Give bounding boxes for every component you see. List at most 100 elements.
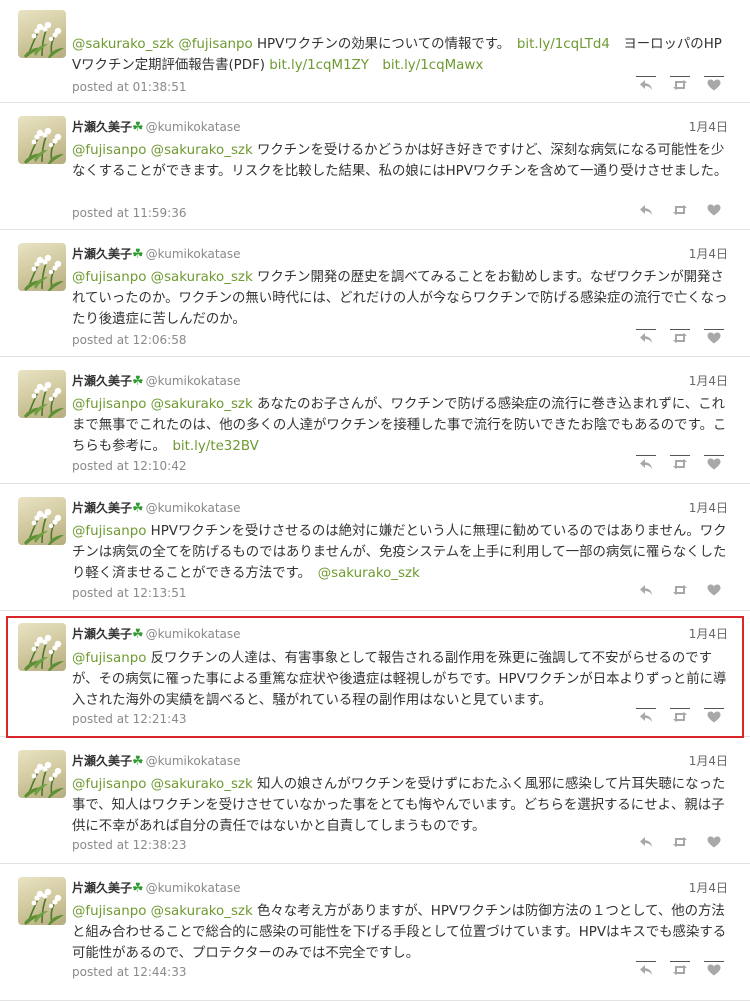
heart-icon[interactable] xyxy=(704,834,724,854)
heart-icon[interactable] xyxy=(704,329,724,350)
avatar[interactable] xyxy=(18,116,66,164)
author-handle[interactable]: @kumikokatase xyxy=(146,627,241,641)
retweet-icon[interactable] xyxy=(670,582,690,602)
mention-link[interactable]: @sakurako_szk xyxy=(151,397,253,412)
retweet-icon[interactable] xyxy=(670,455,690,476)
author-handle[interactable]: @kumikokatase xyxy=(146,501,241,515)
flower-avatar-art xyxy=(24,254,64,291)
tweet-text: @fujisanpo @sakurako_szk 色々な考え方がありますが、HP… xyxy=(72,901,730,964)
author-handle[interactable]: @kumikokatase xyxy=(146,247,241,261)
author-handle[interactable]: @kumikokatase xyxy=(146,120,241,134)
avatar[interactable] xyxy=(18,750,66,798)
avatar[interactable] xyxy=(18,243,66,291)
tweet-item: 片瀬久美子☘ @kumikokatase 1月4日 @fujisanpo HPVワクチ… xyxy=(0,484,750,611)
clover-icon: ☘ xyxy=(132,754,144,769)
mention-link[interactable]: @sakurako_szk xyxy=(151,143,253,158)
author-name[interactable]: 片瀬久美子 xyxy=(72,374,132,388)
retweet-icon[interactable] xyxy=(670,708,690,729)
flower-avatar-art xyxy=(24,508,64,545)
reply-icon[interactable] xyxy=(636,961,656,982)
text-span xyxy=(369,58,382,73)
mention-link[interactable]: @sakurako_szk xyxy=(151,270,253,285)
reply-icon[interactable] xyxy=(636,708,656,729)
flower-avatar-art xyxy=(24,127,64,164)
retweet-icon[interactable] xyxy=(670,834,690,854)
mention-link[interactable]: @sakurako_szk xyxy=(151,777,253,792)
tweet-header: 片瀬久美子☘ @kumikokatase 1月4日 xyxy=(72,499,728,517)
tweet-item: 片瀬久美子☘ @kumikokatase 1月4日 @fujisanpo @sakur… xyxy=(0,103,750,230)
avatar[interactable] xyxy=(18,370,66,418)
author-handle[interactable]: @kumikokatase xyxy=(146,374,241,388)
author-name[interactable]: 片瀬久美子 xyxy=(72,247,132,261)
tweet-item: 片瀬久美子☘ @kumikokatase 1月4日 @fujisanpo 反ワクチンの… xyxy=(0,611,750,737)
reply-icon[interactable] xyxy=(636,202,656,222)
tweet-date[interactable]: 1月4日 xyxy=(689,752,728,769)
tweet-date[interactable]: 1月4日 xyxy=(689,372,728,389)
url-link[interactable]: bit.ly/te32BV xyxy=(172,439,258,454)
tweet-item: 片瀬久美子☘ @kumikokatase 1月4日 @fujisanpo @sakur… xyxy=(0,737,750,864)
clover-icon: ☘ xyxy=(132,881,144,896)
mention-link[interactable]: @sakurako_szk xyxy=(318,566,420,581)
url-link[interactable]: bit.ly/1cqLTd4 xyxy=(517,37,610,52)
author-name[interactable]: 片瀬久美子 xyxy=(72,881,132,895)
tweet-item: 片瀬久美子☘ @kumikokatase 1月4日 @fujisanpo @sakur… xyxy=(0,230,750,357)
heart-icon[interactable] xyxy=(704,582,724,602)
retweet-icon[interactable] xyxy=(670,329,690,350)
heart-icon[interactable] xyxy=(704,961,724,982)
mention-link[interactable]: @fujisanpo xyxy=(72,143,146,158)
tweet-date[interactable]: 1月4日 xyxy=(689,879,728,896)
author-name[interactable]: 片瀬久美子 xyxy=(72,627,132,641)
retweet-icon[interactable] xyxy=(670,76,690,97)
mention-link[interactable]: @fujisanpo xyxy=(72,651,146,666)
clover-icon: ☘ xyxy=(132,247,144,262)
url-link[interactable]: bit.ly/1cqM1ZY xyxy=(269,58,369,73)
author-handle[interactable]: @kumikokatase xyxy=(146,754,241,768)
tweet-actions xyxy=(636,202,726,222)
author-name[interactable]: 片瀬久美子 xyxy=(72,120,132,134)
mention-link[interactable]: @sakurako_szk xyxy=(151,904,253,919)
heart-icon[interactable] xyxy=(704,76,724,97)
reply-icon[interactable] xyxy=(636,834,656,854)
tweet-header: 片瀬久美子☘ @kumikokatase 1月4日 xyxy=(72,372,728,390)
url-link[interactable]: bit.ly/1cqMawx xyxy=(382,58,483,73)
mention-link[interactable]: @fujisanpo xyxy=(72,777,146,792)
tweet-date[interactable]: 1月4日 xyxy=(689,625,728,642)
tweet-date[interactable]: 1月4日 xyxy=(689,245,728,262)
posted-time: posted at 12:44:33 xyxy=(72,965,187,979)
avatar[interactable] xyxy=(18,877,66,925)
tweet-header: 片瀬久美子☘ @kumikokatase 1月4日 xyxy=(72,879,728,897)
heart-icon[interactable] xyxy=(704,708,724,729)
tweet-actions xyxy=(636,329,726,349)
text-span: 反ワクチンの人達は、有害事象として報告される副作用を殊更に強調して不安がらせるの… xyxy=(72,651,727,708)
tweet-date[interactable]: 1月4日 xyxy=(689,499,728,516)
retweet-icon[interactable] xyxy=(670,202,690,222)
reply-icon[interactable] xyxy=(636,76,656,97)
heart-icon[interactable] xyxy=(704,202,724,222)
mention-link[interactable]: @fujisanpo xyxy=(72,524,146,539)
mention-link[interactable]: @sakurako_szk xyxy=(72,37,174,52)
heart-icon[interactable] xyxy=(704,455,724,476)
author-name[interactable]: 片瀬久美子 xyxy=(72,754,132,768)
avatar[interactable] xyxy=(18,497,66,545)
reply-icon[interactable] xyxy=(636,582,656,602)
retweet-icon[interactable] xyxy=(670,961,690,982)
mention-link[interactable]: @fujisanpo xyxy=(178,37,252,52)
tweet-item: @sakurako_szk @fujisanpo HPVワクチンの効果についての… xyxy=(0,0,750,103)
mention-link[interactable]: @fujisanpo xyxy=(72,904,146,919)
reply-icon[interactable] xyxy=(636,455,656,476)
avatar[interactable] xyxy=(18,623,66,671)
tweet-text: @sakurako_szk @fujisanpo HPVワクチンの効果についての… xyxy=(72,34,730,76)
tweet-date[interactable]: 1月4日 xyxy=(689,118,728,135)
flower-avatar-art xyxy=(24,634,64,671)
reply-icon[interactable] xyxy=(636,329,656,350)
mention-link[interactable]: @fujisanpo xyxy=(72,270,146,285)
author-handle[interactable]: @kumikokatase xyxy=(146,881,241,895)
tweet-text: @fujisanpo @sakurako_szk ワクチンを受けるかどうかは好き… xyxy=(72,140,730,182)
author-name[interactable]: 片瀬久美子 xyxy=(72,501,132,515)
flower-avatar-art xyxy=(24,381,64,418)
tweet-actions xyxy=(636,834,726,854)
posted-time: posted at 12:21:43 xyxy=(72,712,187,726)
avatar[interactable] xyxy=(18,10,66,58)
mention-link[interactable]: @fujisanpo xyxy=(72,397,146,412)
posted-time: posted at 12:38:23 xyxy=(72,838,187,852)
